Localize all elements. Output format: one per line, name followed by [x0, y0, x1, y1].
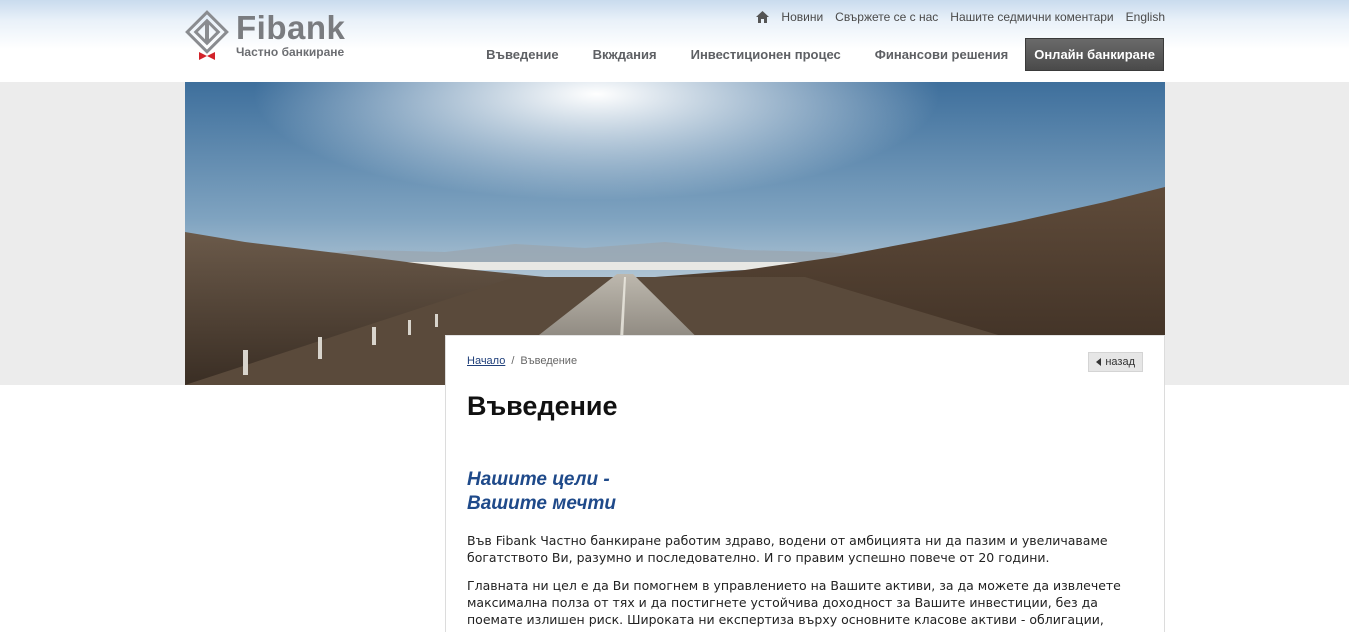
- back-arrow-icon: [1096, 358, 1102, 366]
- top-link-weekly-comments[interactable]: Нашите седмични коментари: [950, 10, 1113, 24]
- section-subheading: Нашите цели - Вашите мечти: [467, 468, 867, 516]
- breadcrumb-home-link[interactable]: Начало: [467, 355, 505, 367]
- nav-deposits[interactable]: Вкждания: [576, 39, 674, 70]
- top-link-english[interactable]: English: [1126, 10, 1165, 24]
- top-link-contact[interactable]: Свържете се с нас: [835, 10, 938, 24]
- back-button-label: назад: [1105, 356, 1135, 368]
- nav-online-banking[interactable]: Онлайн банкиране: [1025, 38, 1164, 71]
- logo-mark-icon: [185, 10, 229, 60]
- logo-subtitle: Частно банкиране: [236, 45, 345, 59]
- subheading-line-1: Нашите цели -: [467, 469, 610, 490]
- site-header: Fibank Частно банкиране Новини Свържете …: [0, 0, 1349, 82]
- breadcrumb-current: Въведение: [520, 355, 578, 367]
- top-link-news[interactable]: Новини: [781, 10, 823, 24]
- top-links: Новини Свържете се с нас Нашите седмични…: [756, 9, 1165, 25]
- breadcrumb-separator: /: [511, 355, 515, 367]
- subheading-line-2: Вашите мечти: [467, 493, 617, 514]
- home-icon[interactable]: [756, 11, 770, 23]
- page-title: Въведение: [467, 391, 618, 421]
- breadcrumb: Начало / Въведение: [467, 355, 577, 367]
- nav-investment-process[interactable]: Инвестиционен процес: [674, 39, 858, 70]
- logo-wordmark: Fibank: [236, 9, 346, 46]
- content-panel: Начало / Въведение назад Въведение Нашит…: [445, 335, 1165, 632]
- intro-paragraph-2: Главната ни цел е да Ви помогнем в управ…: [467, 578, 1121, 632]
- intro-paragraph-1: Във Fibank Частно банкиране работим здра…: [467, 533, 1108, 565]
- back-button[interactable]: назад: [1088, 352, 1143, 372]
- fibank-logo[interactable]: Fibank Частно банкиране: [185, 8, 375, 64]
- nav-financial-solutions[interactable]: Финансови решения: [858, 39, 1025, 70]
- nav-introduction[interactable]: Въведение: [486, 39, 575, 70]
- main-nav: Въведение Вкждания Инвестиционен процес …: [486, 38, 1164, 71]
